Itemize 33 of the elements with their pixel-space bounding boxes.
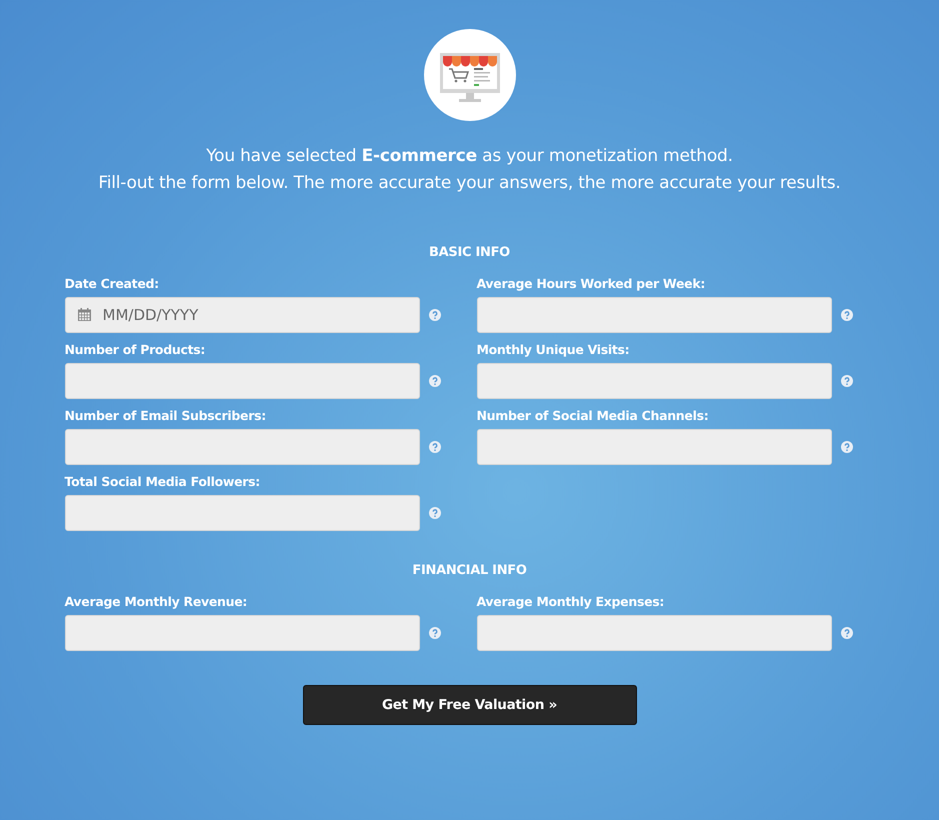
input-field[interactable] [476,429,832,465]
selection-message: You have selected E-commerce as your monetization method. [206,146,733,166]
section-heading: BASIC INFO [429,245,510,260]
section-heading: FINANCIAL INFO [412,563,527,578]
field-label: Date Created: [64,276,160,291]
help-icon[interactable] [840,441,852,453]
form-instructions: Fill-out the form below. The more accurate your answers, the more accurate your results. [98,173,841,193]
field-label: Number of Products: [64,342,206,357]
help-icon[interactable] [428,441,440,453]
input-field[interactable] [476,363,832,399]
field-label: Monthly Unique Visits: [476,342,630,357]
field-label: Average Monthly Expenses: [476,594,666,609]
calendar-icon [78,308,90,321]
input-field[interactable] [64,429,420,465]
submit-button[interactable]: Get My Free Valuation » [302,685,636,725]
help-icon[interactable] [840,375,852,387]
help-icon[interactable] [428,309,440,321]
input-field[interactable] [476,297,832,333]
input-field[interactable] [64,363,420,399]
field-label: Total Social Media Followers: [64,474,261,489]
input-field[interactable] [64,495,420,531]
help-icon[interactable] [428,627,440,639]
input-field[interactable] [476,615,832,651]
input-field[interactable] [64,615,420,651]
field-label: Average Hours Worked per Week: [476,276,706,291]
help-icon[interactable] [840,309,852,321]
help-icon[interactable] [428,507,440,519]
help-icon[interactable] [428,375,440,387]
field-label: Number of Email Subscribers: [64,408,267,423]
field-label: Average Monthly Revenue: [64,594,248,609]
date-field[interactable]: MM/DD/YYYY [64,297,420,333]
field-label: Number of Social Media Channels: [476,408,710,423]
help-icon[interactable] [840,627,852,639]
